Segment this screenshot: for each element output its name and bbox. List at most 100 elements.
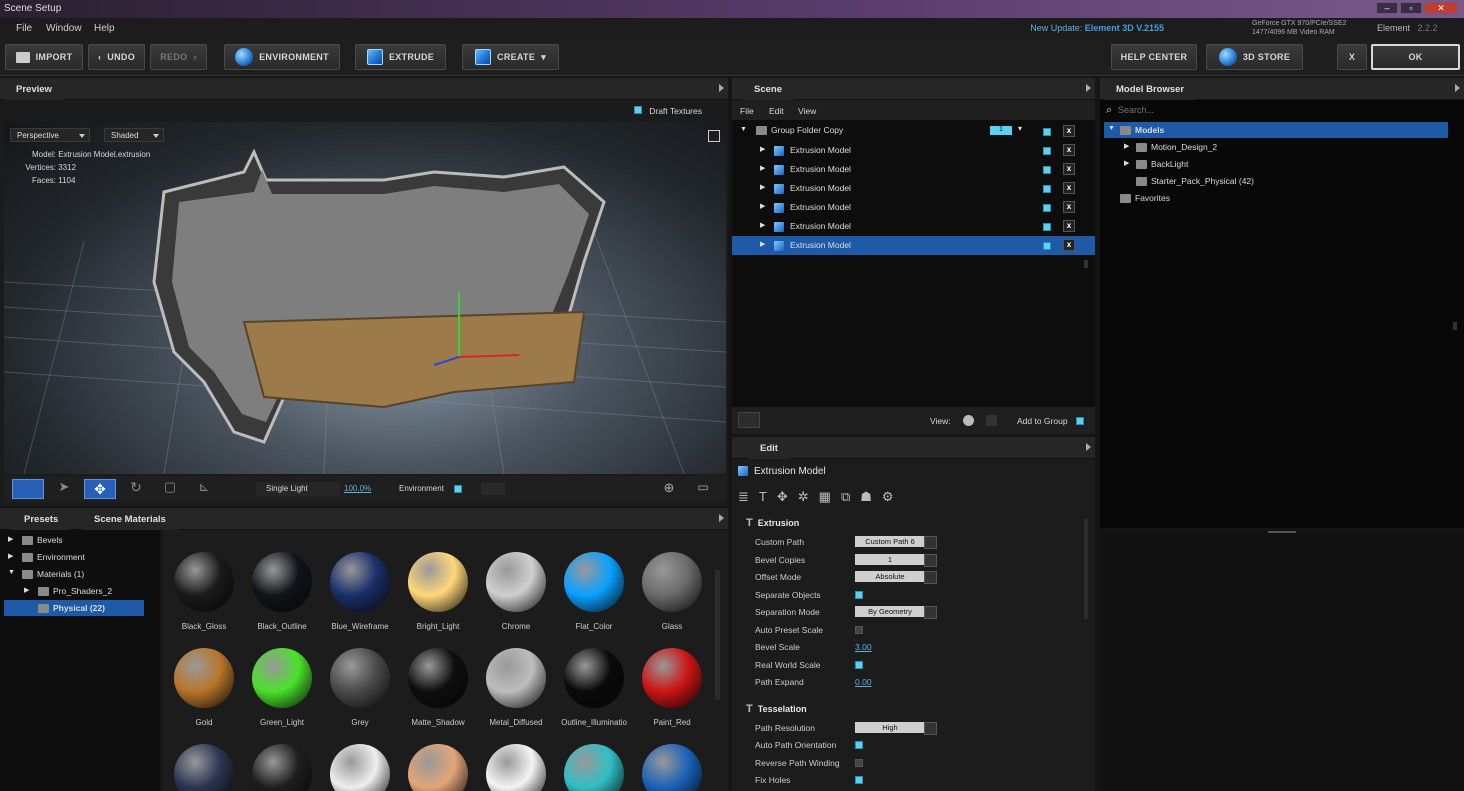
expand-arrow-icon[interactable]: ▼ (8, 569, 15, 576)
scene-item-row[interactable]: ▶ Extrusion Model x (732, 217, 1095, 236)
expand-arrow-icon[interactable]: ▶ (8, 552, 13, 560)
material-swatch[interactable] (642, 552, 702, 612)
property-checkbox[interactable] (855, 660, 863, 669)
section-header[interactable]: T Tesselation (746, 703, 807, 715)
axis-tool-icon[interactable]: ⊾ (190, 479, 218, 499)
particles-icon[interactable]: ✲ (798, 489, 809, 505)
maximize-button[interactable]: ▫ (1400, 2, 1422, 14)
property-checkbox[interactable] (855, 758, 863, 767)
material-swatch[interactable] (486, 648, 546, 708)
model-tree-item[interactable]: ▼ Models (1104, 122, 1448, 138)
presets-tree-item[interactable]: ▶ Environment (4, 549, 144, 565)
material-swatch[interactable] (174, 744, 234, 791)
property-checkbox[interactable] (855, 741, 863, 749)
visibility-checkbox[interactable] (1043, 185, 1051, 193)
delete-item-button[interactable]: x (1063, 182, 1075, 194)
cancel-button[interactable]: X (1337, 44, 1367, 70)
scene-tab[interactable]: Scene (742, 78, 794, 100)
delete-group-button[interactable]: x (1063, 125, 1075, 137)
expand-arrow-icon[interactable]: ▶ (760, 145, 765, 153)
help-center-button[interactable]: HELP CENTER (1111, 44, 1197, 70)
material-swatch[interactable] (252, 552, 312, 612)
model-tree-item[interactable]: Favorites (1104, 190, 1448, 206)
presets-tree-item[interactable]: ▼ Materials (1) (4, 566, 144, 582)
monitor-icon[interactable]: ▭ (690, 480, 716, 498)
model-browser-tab[interactable]: Model Browser (1104, 78, 1197, 100)
materials-scrollbar[interactable] (715, 570, 720, 700)
wire-view-icon[interactable] (986, 415, 997, 426)
redo-button[interactable]: REDO › (150, 44, 207, 70)
scene-item-row[interactable]: ▶ Extrusion Model x (732, 160, 1095, 179)
new-folder-icon[interactable] (738, 412, 760, 428)
material-swatch[interactable] (564, 744, 624, 791)
camera-tool-icon[interactable] (12, 479, 44, 499)
minimize-button[interactable]: – (1376, 2, 1398, 14)
material-swatch[interactable] (408, 552, 468, 612)
material-swatch[interactable] (252, 744, 312, 791)
light-dropdown[interactable]: Single Light (256, 482, 340, 496)
add-to-group-label[interactable]: Add to Group (1017, 416, 1068, 426)
visibility-checkbox[interactable] (1043, 166, 1051, 174)
section-header[interactable]: T Extrusion (746, 517, 799, 529)
expand-arrow-icon[interactable]: ▶ (1124, 142, 1129, 150)
panel-arrow-icon[interactable] (719, 84, 724, 92)
update-notice[interactable]: New Update: Element 3D V.2155 (1030, 23, 1164, 33)
visibility-checkbox[interactable] (1043, 147, 1051, 155)
zoom-value[interactable]: 100.0% (344, 484, 371, 493)
close-window-button[interactable]: ✕ (1424, 2, 1458, 14)
create-button[interactable]: CREATE ▾ (462, 44, 559, 70)
add-to-group-checkbox[interactable] (1076, 417, 1084, 425)
extrude-button[interactable]: EXTRUDE (355, 44, 446, 70)
material-swatch[interactable] (408, 648, 468, 708)
scene-item-row[interactable]: ▶ Extrusion Model x (732, 179, 1095, 198)
environment-checkbox[interactable] (454, 485, 462, 493)
material-swatch[interactable] (408, 744, 468, 791)
expand-arrow-icon[interactable]: ▶ (760, 164, 765, 172)
material-swatch[interactable] (174, 648, 234, 708)
material-swatch[interactable] (642, 744, 702, 791)
delete-item-button[interactable]: x (1063, 220, 1075, 232)
expand-arrow-icon[interactable]: ▶ (760, 202, 765, 210)
edit-arrow-icon[interactable] (1086, 443, 1091, 451)
maximize-viewport-icon[interactable] (708, 130, 720, 142)
material-swatch[interactable] (642, 648, 702, 708)
scene-menu-file[interactable]: File (740, 106, 754, 116)
property-dropdown[interactable]: 1 (855, 553, 937, 567)
presets-tree-item[interactable]: ▶ Bevels (4, 532, 144, 548)
menu-help[interactable]: Help (94, 23, 115, 34)
environment-swatch[interactable] (481, 483, 505, 495)
group-count-badge[interactable]: 1 (990, 126, 1012, 135)
model-tree-item[interactable]: Starter_Pack_Physical (42) (1104, 173, 1448, 189)
presets-arrow-icon[interactable] (719, 514, 724, 522)
rotate-tool-icon[interactable]: ↻ (122, 479, 150, 499)
scale-tool-icon[interactable]: ▢ (156, 479, 184, 499)
undo-button[interactable]: ‹ UNDO (88, 44, 145, 70)
expand-arrow-icon[interactable]: ▶ (760, 221, 765, 229)
property-checkbox[interactable] (855, 776, 863, 784)
expand-arrow-icon[interactable]: ▶ (24, 586, 29, 594)
property-value[interactable]: 0.00 (855, 677, 872, 687)
menu-file[interactable]: File (16, 23, 32, 34)
3d-viewport[interactable]: Perspective Shaded Model: Extrusion Mode… (4, 122, 726, 474)
shading-dropdown[interactable]: Shaded (104, 128, 164, 142)
move-tool-icon[interactable]: ✥ (84, 479, 116, 499)
presets-tab[interactable]: Presets (12, 508, 71, 530)
checker-icon[interactable]: ▦ (819, 489, 831, 505)
presets-tree-item[interactable]: ▶ Pro_Shaders_2 (4, 583, 144, 599)
3d-store-button[interactable]: 3D STORE (1206, 44, 1303, 70)
material-swatch[interactable] (486, 552, 546, 612)
material-swatch[interactable] (330, 552, 390, 612)
group-visibility-checkbox[interactable] (1043, 128, 1051, 136)
ok-button[interactable]: OK (1371, 44, 1460, 70)
property-dropdown[interactable]: By Geometry (855, 606, 937, 619)
visibility-checkbox[interactable] (1043, 204, 1051, 212)
material-swatch[interactable] (486, 744, 546, 791)
material-swatch[interactable] (564, 552, 624, 612)
visibility-checkbox[interactable] (1043, 223, 1051, 231)
splitter-handle[interactable] (1268, 531, 1296, 533)
draft-textures-checkbox[interactable] (634, 106, 643, 114)
expand-arrow-icon[interactable]: ▶ (8, 535, 13, 543)
gear-icon[interactable]: ⚙ (882, 489, 894, 505)
scene-arrow-icon[interactable] (1086, 84, 1091, 92)
select-tool-icon[interactable]: ➤ (50, 479, 78, 499)
